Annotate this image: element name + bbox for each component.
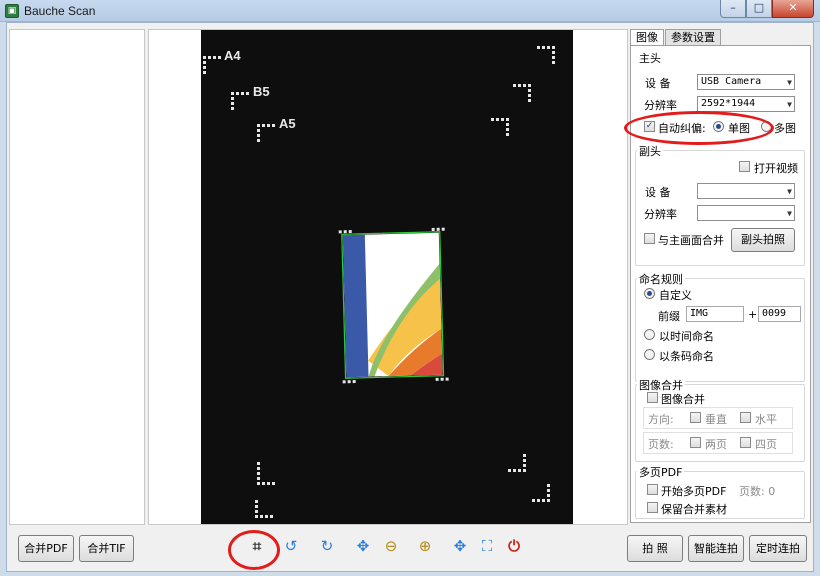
highlight-circle-crop (228, 530, 280, 570)
settings-tabs: 图像 参数设置 (630, 29, 722, 46)
scanned-card (338, 227, 449, 384)
naming-title: 命名规则 (637, 271, 685, 287)
a5-corner-top-right (491, 118, 509, 136)
rotate-left-icon[interactable]: ↺ (281, 536, 301, 556)
tab-parameters[interactable]: 参数设置 (665, 29, 721, 45)
b5-corner-bottom-left (255, 500, 273, 518)
chevron-down-icon: ▼ (787, 78, 792, 87)
sub-head-title: 副头 (637, 143, 663, 159)
camera-preview[interactable]: A4 B5 A5 (201, 30, 573, 524)
vertical-checkbox[interactable] (690, 412, 701, 423)
time-naming-radio[interactable] (644, 329, 655, 340)
merge-tif-button[interactable]: 合并TIF (79, 535, 134, 562)
sub-device-label: 设 备 (645, 186, 671, 199)
window-controls: – □ ✕ (720, 0, 814, 18)
maximize-button[interactable]: □ (746, 0, 772, 18)
horizontal-checkbox[interactable] (740, 412, 751, 423)
a4-corner-top-right (537, 46, 555, 64)
app-icon: ▣ (5, 4, 19, 18)
capture-button[interactable]: 拍 照 (627, 535, 683, 562)
direction-label: 方向: (648, 413, 674, 426)
open-video-label: 打开视频 (754, 162, 798, 175)
zoom-out-icon[interactable]: ⊖ (381, 536, 401, 556)
minimize-button[interactable]: – (720, 0, 746, 18)
settings-panel: 图像 参数设置 主头 设 备 USB Camera ▼ 分辨率 2592*1944… (630, 29, 811, 525)
two-pages-checkbox[interactable] (690, 437, 701, 448)
b5-corner-top-left (231, 92, 249, 110)
image-merge-checkbox[interactable] (647, 392, 658, 403)
b5-corner-top-right (513, 84, 531, 102)
window-title: Bauche Scan (24, 4, 96, 18)
a5-corner-bottom-left (257, 462, 275, 485)
chevron-down-icon: ▼ (787, 187, 792, 196)
merge-pdf-button[interactable]: 合并PDF (18, 535, 74, 562)
image-merge-label: 图像合并 (661, 393, 705, 406)
main-resolution-select[interactable]: 2592*1944 ▼ (697, 96, 795, 112)
rotate-right-icon[interactable]: ↻ (317, 536, 337, 556)
b5-corner-bottom-right (532, 484, 550, 502)
size-label-b5: B5 (253, 84, 270, 99)
size-guide-overlay (203, 46, 555, 518)
barcode-naming-label: 以条码命名 (659, 350, 714, 363)
custom-naming-label: 自定义 (659, 289, 692, 302)
time-naming-label: 以时间命名 (659, 330, 714, 343)
a4-corner-top-left (203, 56, 221, 74)
four-pages-label: 四页 (755, 438, 777, 451)
keep-merge-source-checkbox[interactable] (647, 502, 658, 513)
multi-pdf-page-count: 页数: 0 (739, 485, 776, 498)
horizontal-label: 水平 (755, 413, 777, 426)
merge-with-main-checkbox[interactable] (644, 233, 655, 244)
close-button[interactable]: ✕ (772, 0, 814, 18)
fullscreen-icon[interactable]: ⛶ (477, 536, 497, 556)
chevron-down-icon: ▼ (787, 209, 792, 218)
sub-resolution-select[interactable]: ▼ (697, 205, 795, 221)
a5-corner-bottom-right (508, 454, 526, 472)
main-head-title: 主头 (637, 50, 663, 66)
main-client-area: A4 B5 A5 图像 参数设置 主头 设 备 USB Camera ▼ 分辨率 … (6, 22, 814, 572)
fit-icon[interactable]: ✥ (353, 536, 373, 556)
two-pages-label: 两页 (705, 438, 727, 451)
highlight-circle-auto-deskew (624, 111, 774, 145)
chevron-down-icon: ▼ (787, 100, 792, 109)
plus-sign: + (748, 308, 758, 321)
keep-merge-source-label: 保留合并素材 (661, 503, 727, 516)
smart-capture-button[interactable]: 智能连拍 (688, 535, 744, 562)
power-icon[interactable]: ⏻ (504, 536, 524, 556)
tab-image[interactable]: 图像 (630, 29, 664, 46)
pages-label: 页数: (648, 438, 674, 451)
start-multi-pdf-checkbox[interactable] (647, 484, 658, 495)
four-pages-checkbox[interactable] (740, 437, 751, 448)
open-video-checkbox[interactable] (739, 161, 750, 172)
custom-naming-radio[interactable] (644, 288, 655, 299)
timed-capture-button[interactable]: 定时连拍 (749, 535, 807, 562)
multi-image-label: 多图 (774, 122, 796, 135)
thumbnail-panel[interactable] (9, 29, 145, 525)
camera-preview-frame: A4 B5 A5 (148, 29, 628, 525)
barcode-naming-radio[interactable] (644, 349, 655, 360)
sub-resolution-label: 分辨率 (644, 208, 677, 221)
title-bar: ▣ Bauche Scan – □ ✕ (0, 0, 820, 22)
a5-corner-top-left (257, 124, 275, 142)
sub-capture-button[interactable]: 副头拍照 (731, 228, 795, 252)
prefix-input[interactable]: IMG (686, 306, 744, 322)
sequence-number-input[interactable]: 0099 (758, 306, 801, 322)
main-device-select[interactable]: USB Camera ▼ (697, 74, 795, 90)
main-resolution-label: 分辨率 (644, 99, 677, 112)
size-label-a5: A5 (279, 116, 296, 131)
sub-device-select[interactable]: ▼ (697, 183, 795, 199)
vertical-label: 垂直 (705, 413, 727, 426)
main-device-label: 设 备 (645, 77, 671, 90)
prefix-label: 前缀 (658, 310, 680, 323)
merge-with-main-label: 与主画面合并 (658, 234, 724, 247)
start-multi-pdf-label: 开始多页PDF (661, 485, 727, 498)
move-icon[interactable]: ✥ (450, 536, 470, 556)
zoom-in-icon[interactable]: ⊕ (415, 536, 435, 556)
multi-pdf-title: 多页PDF (637, 464, 685, 480)
size-label-a4: A4 (224, 48, 241, 63)
